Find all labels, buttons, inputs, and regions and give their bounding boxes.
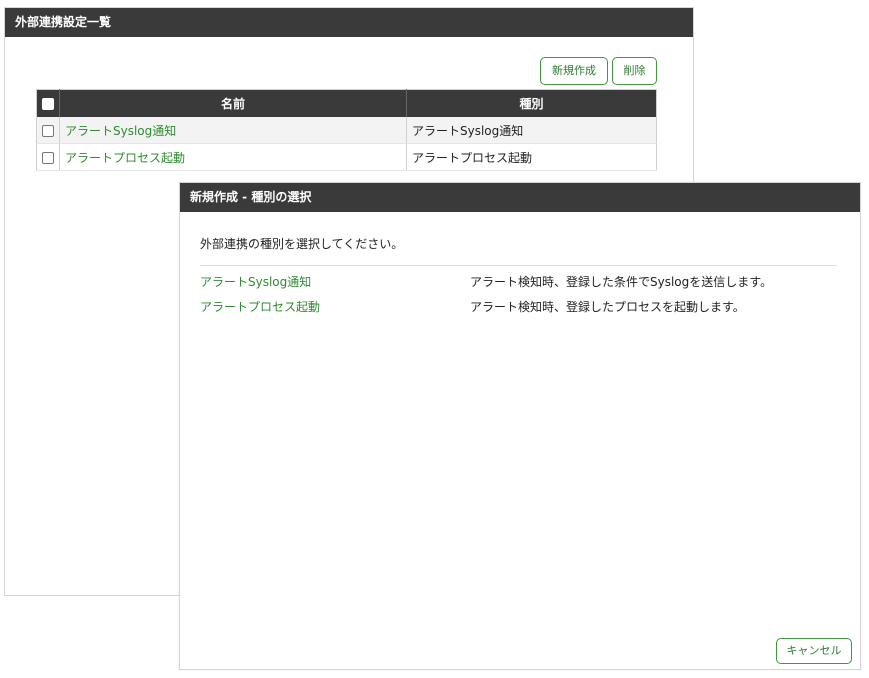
table-row: アラートSyslog通知 アラートSyslog通知	[36, 117, 657, 144]
column-header-name[interactable]: 名前	[59, 89, 407, 117]
row-type-cell: アラートプロセス起動	[406, 143, 657, 171]
option-process-link[interactable]: アラートプロセス起動	[200, 298, 320, 315]
row-checkbox-cell	[36, 143, 60, 171]
row-checkbox[interactable]	[42, 124, 54, 137]
option-syslog-link[interactable]: アラートSyslog通知	[200, 273, 311, 290]
option-description: アラート検知時、登録した条件でSyslogを送信します。	[470, 275, 773, 289]
integration-table: 名前 種別 アラートSyslog通知 アラートSyslog通知 アラートプロセス…	[36, 89, 657, 171]
row-checkbox[interactable]	[42, 151, 54, 164]
row-name-cell: アラートプロセス起動	[59, 143, 407, 171]
row-checkbox-cell	[36, 117, 60, 144]
panel-title: 外部連携設定一覧	[5, 8, 693, 37]
delete-button[interactable]: 削除	[612, 57, 657, 85]
select-all-cell	[36, 89, 60, 117]
type-selection-dialog: 新規作成 - 種別の選択 外部連携の種別を選択してください。 アラートSyslo…	[179, 182, 861, 670]
column-header-type[interactable]: 種別	[406, 89, 657, 117]
dialog-title: 新規作成 - 種別の選択	[180, 183, 860, 212]
row-name-link[interactable]: アラートプロセス起動	[65, 151, 185, 165]
new-button[interactable]: 新規作成	[540, 57, 608, 85]
table-header-row: 名前 種別	[36, 89, 657, 117]
select-all-checkbox[interactable]	[42, 98, 54, 110]
dialog-divider	[200, 265, 837, 266]
row-name-cell: アラートSyslog通知	[59, 117, 407, 144]
table-row: アラートプロセス起動 アラートプロセス起動	[36, 143, 657, 171]
cancel-button[interactable]: キャンセル	[776, 638, 852, 664]
row-type-cell: アラートSyslog通知	[406, 117, 657, 144]
option-description: アラート検知時、登録したプロセスを起動します。	[470, 300, 745, 314]
option-row: アラートプロセス起動 アラート検知時、登録したプロセスを起動します。	[200, 298, 840, 318]
dialog-message: 外部連携の種別を選択してください。	[200, 237, 404, 251]
option-row: アラートSyslog通知 アラート検知時、登録した条件でSyslogを送信します…	[200, 273, 840, 293]
row-name-link[interactable]: アラートSyslog通知	[65, 124, 176, 138]
